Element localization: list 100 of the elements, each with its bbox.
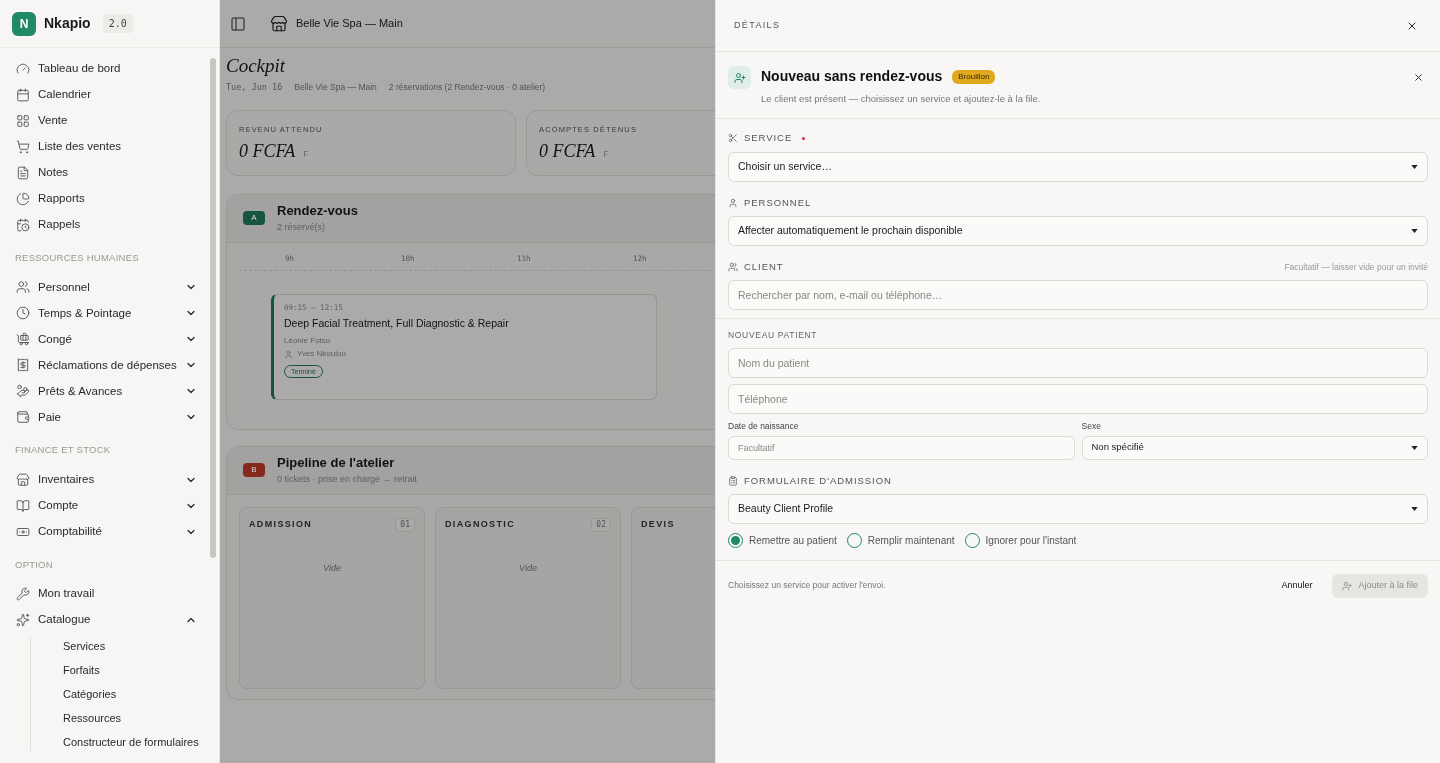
sidebar-item[interactable]: Calendrier [8, 82, 201, 108]
wallet-icon [16, 410, 30, 425]
select-field[interactable]: Beauty Client Profile [728, 493, 1428, 524]
dropdown-caret-icon [1411, 445, 1418, 450]
scissors-icon [728, 133, 738, 144]
form-subtitle: Le client est présent — choisissez un service et ajoutez-le à la file. [761, 92, 1042, 106]
client-name: Léonie Fotso [284, 335, 332, 347]
sidebar-item[interactable]: Rappels [8, 212, 201, 238]
sidebar-item[interactable]: Comptabilité [8, 518, 201, 545]
select-field[interactable]: Affecter automatiquement le prochain disponible [728, 215, 1428, 246]
draft-badge: Brouillon [952, 69, 996, 84]
clock-icon [16, 306, 30, 321]
sidebar-item[interactable]: Personnel [8, 274, 201, 301]
sidebar-item[interactable]: Rapports [8, 186, 201, 212]
empty-text: Vide [323, 561, 341, 575]
radio-option[interactable]: Ignorer pour l'instant [964, 532, 1077, 548]
store-name[interactable]: Belle Vie Spa — Main [296, 15, 403, 32]
text-field[interactable]: Facultatif [728, 435, 1075, 460]
footer-hint: Choisissez un service pour activer l'envoi. [728, 579, 886, 593]
luggage-icon [16, 332, 30, 347]
receipt-icon [16, 358, 30, 373]
sidebar-item[interactable]: Inventaires [8, 466, 201, 493]
sidebar-item[interactable]: Compte [8, 492, 201, 519]
sidebar-item[interactable]: Temps & Pointage [8, 300, 201, 327]
submenu-item[interactable]: Forfaits [63, 660, 201, 679]
dropdown-caret-icon [1411, 228, 1418, 233]
stat-unit: F [303, 148, 309, 161]
store-icon [270, 14, 288, 33]
document-icon [16, 166, 30, 180]
field-label: CLIENT [744, 259, 784, 274]
page-title: Cockpit [226, 54, 287, 78]
sidebar-item[interactable]: Liste des ventes [8, 134, 201, 160]
page-meta: 2 réservations (2 Rendez-vous · 0 atelier) [388, 81, 546, 94]
dropdown-caret-icon [1411, 506, 1418, 511]
field-label: Sexe [1081, 419, 1102, 433]
version-badge: 2.0 [102, 14, 133, 33]
drawer-title: DÉTAILS [734, 18, 781, 32]
section-title: Pipeline de l'atelier [277, 455, 396, 472]
submenu-item[interactable]: Constructeur de formulaires [63, 732, 201, 751]
person-icon [284, 349, 293, 359]
column-title: ADMISSION [249, 518, 313, 531]
column-title: DIAGNOSTIC [445, 518, 515, 531]
page-meta: Tue, Jun 16 [226, 81, 283, 94]
brand-logo: N [12, 11, 36, 36]
submenu-item[interactable]: Catégories [63, 684, 201, 703]
section-heading: FINANCE ET STOCK [14, 443, 112, 458]
appointment-title: Deep Facial Treatment, Full Diagnostic & Repair [284, 316, 510, 332]
page-meta: Belle Vie Spa — Main [294, 81, 377, 94]
text-field[interactable]: Téléphone [728, 383, 1428, 414]
empty-text: Vide [519, 561, 537, 575]
sidebar-item[interactable]: Réclamations de dépenses [8, 352, 201, 379]
sidebar-item[interactable]: Tableau de bord [8, 56, 201, 82]
sidebar-item[interactable]: Notes [8, 160, 201, 186]
radio-option[interactable]: Remettre au patient [728, 532, 837, 548]
staff-name: Yves Nkoulou [297, 348, 346, 360]
user-plus-icon [728, 66, 751, 89]
calendar-clock-icon [16, 218, 30, 232]
text-field[interactable]: Nom du patient [728, 347, 1428, 378]
column-title: DEVIS [641, 517, 675, 531]
close-icon [1413, 72, 1424, 83]
user-plus-icon [1342, 580, 1353, 591]
coins-icon [16, 384, 30, 399]
brand-name: Nkapio [44, 14, 91, 33]
text-field[interactable]: Rechercher par nom, e-mail ou téléphone… [728, 280, 1428, 310]
gauge-icon [16, 62, 30, 76]
users-icon [16, 280, 30, 295]
stat-value: 0 FCFA [239, 140, 296, 163]
section-heading: RESSOURCES HUMAINES [14, 251, 140, 265]
section-heading: NOUVEAU PATIENT [728, 329, 819, 342]
clipboard-icon [728, 475, 738, 486]
submenu-item[interactable]: Services [63, 636, 201, 655]
grid-icon [16, 114, 30, 128]
section-subtitle: 0 tickets · prise en charge → retrait [277, 473, 418, 486]
section-title: Rendez-vous [277, 203, 358, 220]
select-field[interactable]: Choisir un service… [728, 151, 1428, 182]
sidebar-item[interactable]: Mon travail [8, 580, 201, 607]
field-label: SERVICE [744, 131, 793, 146]
stat-unit: F [603, 148, 609, 161]
stat-value: 0 FCFA [539, 140, 596, 163]
sidebar-item[interactable]: Prêts & Avances [8, 378, 201, 405]
calendar-icon [16, 88, 30, 102]
sidebar-item[interactable]: Catalogue [8, 606, 201, 633]
sidebar-item[interactable]: Paie [8, 404, 201, 431]
wrench-icon [16, 586, 30, 601]
sidebar-toggle-icon[interactable] [230, 15, 246, 32]
field-label: FORMULAIRE D'ADMISSION [744, 473, 892, 488]
section-subtitle: 2 réservé(s) [277, 221, 326, 234]
section-heading: OPTION [14, 557, 54, 572]
cancel-button[interactable]: Annuler [1277, 579, 1317, 593]
sidebar-item[interactable]: Vente [8, 108, 201, 134]
users-icon [728, 261, 738, 272]
person-icon [728, 197, 738, 208]
radio-option[interactable]: Remplir maintenant [846, 532, 955, 548]
column-count: 01 [395, 517, 415, 532]
field-hint: Facultatif — laisser vide pour un invité [1284, 260, 1428, 274]
section-badge: A [243, 211, 265, 226]
submenu-item[interactable]: Ressources [63, 708, 201, 727]
field-label: Date de naissance [728, 419, 800, 433]
select-field[interactable]: Non spécifié [1081, 435, 1428, 460]
sidebar-item[interactable]: Congé [8, 326, 201, 353]
